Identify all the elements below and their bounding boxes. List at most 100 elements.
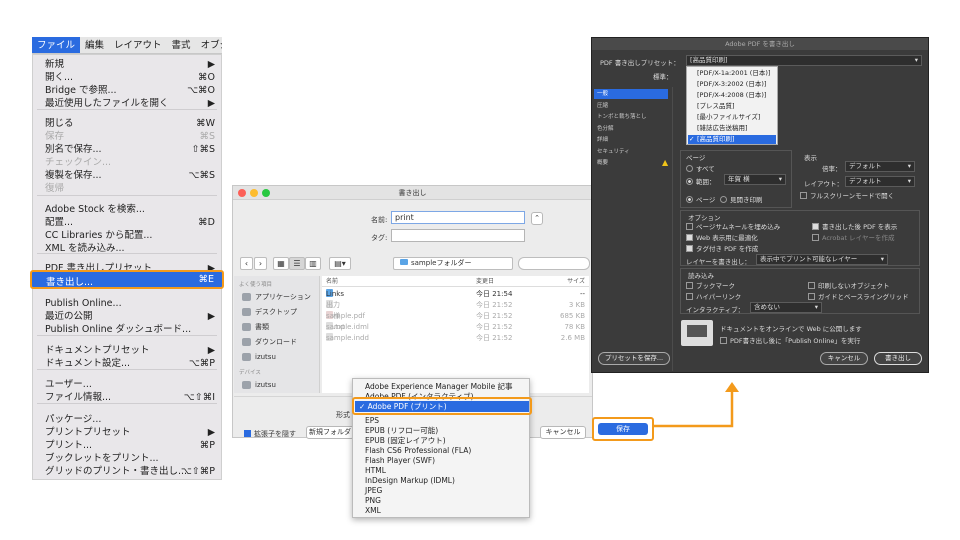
- menubar-item[interactable]: レイアウト: [109, 37, 167, 53]
- range-radio[interactable]: 範囲：: [686, 176, 716, 186]
- menu-item[interactable]: 複製を保存... ⌥⌘S: [33, 169, 221, 182]
- bookmarks-checkbox[interactable]: ブックマーク: [686, 280, 735, 290]
- standard-option[interactable]: [最小ファイルサイズ]: [697, 113, 760, 122]
- menu-item[interactable]: 別名で保存... ⇧⌘S: [33, 143, 221, 156]
- cancel-button[interactable]: キャンセル: [540, 426, 586, 439]
- web-optimize-checkbox[interactable]: Web 表示用に最適化: [686, 232, 758, 242]
- standard-option[interactable]: [PDF/X-1a:2001 (日本)]: [697, 69, 770, 78]
- nonprint-checkbox[interactable]: 印刷しないオブジェクト: [808, 280, 890, 290]
- menu-item[interactable]: 閉じる ⌘W: [33, 117, 221, 130]
- format-item[interactable]: EPS: [365, 416, 379, 426]
- sidebar-item[interactable]: ダウンロード: [242, 336, 297, 348]
- menu-item[interactable]: プリント... ⌘P: [33, 439, 221, 452]
- menu-item-export[interactable]: 書き出し... ⌘E: [30, 270, 224, 289]
- all-pages-radio[interactable]: すべて: [686, 163, 715, 173]
- column-header-size[interactable]: サイズ: [547, 276, 589, 287]
- menu-item[interactable]: ドキュメントプリセット ▶: [33, 344, 221, 357]
- menu-item[interactable]: 配置... ⌘D: [33, 216, 221, 229]
- menu-item[interactable]: 開く... ⌘O: [33, 71, 221, 84]
- format-item[interactable]: InDesign Markup (IDML): [365, 476, 455, 486]
- zoom-icon[interactable]: [262, 189, 270, 197]
- format-item[interactable]: HTML: [365, 466, 386, 476]
- pages-opt-radio[interactable]: ページ: [686, 194, 715, 204]
- export-button[interactable]: 書き出し: [874, 352, 922, 365]
- save-preset-button[interactable]: プリセットを保存...: [598, 352, 670, 365]
- close-icon[interactable]: [238, 189, 246, 197]
- publish-checkbox[interactable]: PDF書き出し後に「Publish Online」を実行: [720, 335, 860, 345]
- list-view-button[interactable]: ☰: [289, 257, 305, 270]
- standard-option[interactable]: [雑誌広告送稿用]: [697, 124, 748, 133]
- range-select[interactable]: 年賀 横 ▾: [724, 174, 786, 185]
- zoom-select[interactable]: デフォルト ▾: [845, 161, 915, 172]
- standard-option[interactable]: [PDF/X-4:2008 (日本)]: [697, 91, 766, 100]
- layers-select[interactable]: 表示中でプリント可能なレイヤー ▾: [756, 254, 888, 265]
- expand-button[interactable]: ⌃: [531, 212, 543, 225]
- save-button[interactable]: 保存: [592, 417, 654, 441]
- guides-checkbox[interactable]: ガイドとベースライングリッド: [808, 291, 909, 301]
- menu-item[interactable]: パッケージ...: [33, 413, 221, 426]
- menu-item[interactable]: Publish Online ダッシュボード...: [33, 323, 221, 336]
- standard-option[interactable]: [高品質印刷]: [688, 135, 776, 144]
- column-view-button[interactable]: ▥: [305, 257, 321, 270]
- view-after-checkbox[interactable]: 書き出した後 PDF を表示: [812, 221, 897, 231]
- sidebar-item[interactable]: アプリケーション: [242, 291, 311, 303]
- embed-thumbs-checkbox[interactable]: ページサムネールを埋め込み: [686, 221, 780, 231]
- file-row[interactable]: sample.indd 今日 21:52 2.6 MB: [322, 333, 589, 344]
- sidebar-item[interactable]: デスクトップ: [242, 306, 297, 318]
- menu-item[interactable]: Adobe Stock を検索...: [33, 203, 221, 216]
- menu-item[interactable]: ブックレットをプリント...: [33, 452, 221, 465]
- menubar-item[interactable]: 編集: [80, 37, 109, 53]
- format-item[interactable]: PNG: [365, 496, 381, 506]
- pdf-sidebar-item[interactable]: セキュリティ: [597, 147, 630, 157]
- format-item-selected[interactable]: ✓ Adobe PDF (プリント): [352, 397, 532, 415]
- menu-item[interactable]: 復帰: [33, 182, 221, 195]
- menu-item[interactable]: ファイル情報... ⌥⇧⌘I: [33, 391, 221, 404]
- gallery-view-button[interactable]: ▤▾: [329, 257, 351, 270]
- menu-item[interactable]: 新規 ▶: [33, 58, 221, 71]
- menu-item[interactable]: チェックイン...: [33, 156, 221, 169]
- layout-select[interactable]: デフォルト ▾: [845, 176, 915, 187]
- search-field[interactable]: [518, 257, 590, 270]
- menu-item[interactable]: グリッドのプリント・書き出し... ⌥⇧⌘P: [33, 465, 221, 478]
- format-item[interactable]: Adobe Experience Manager Mobile 記事: [365, 382, 513, 392]
- acrobat-layers-checkbox[interactable]: Acrobat レイヤーを作成: [812, 232, 894, 242]
- interactive-select[interactable]: 含めない ▾: [750, 302, 822, 313]
- format-item[interactable]: EPUB (リフロー可能): [365, 426, 438, 436]
- new-folder-button[interactable]: 新規フォルダ: [306, 426, 354, 439]
- file-row[interactable]: Links 今日 21:54 --: [322, 289, 589, 300]
- sidebar-item[interactable]: izutsu: [242, 379, 276, 391]
- pdf-sidebar-item[interactable]: 詳細: [597, 135, 608, 145]
- pdf-cancel-button[interactable]: キャンセル: [820, 352, 868, 365]
- menu-item[interactable]: 最近使用したファイルを開く ▶: [33, 97, 221, 110]
- hide-extension-checkbox[interactable]: 拡張子を隠す: [244, 429, 296, 439]
- menubar-item[interactable]: ファイル: [32, 37, 81, 53]
- minimize-icon[interactable]: [250, 189, 258, 197]
- menu-item[interactable]: Bridge で参照... ⌥⌘O: [33, 84, 221, 97]
- menu-item[interactable]: Publish Online...: [33, 297, 221, 310]
- icon-view-button[interactable]: ▦: [273, 257, 289, 270]
- menu-item[interactable]: XML を読み込み...: [33, 242, 221, 255]
- menu-item[interactable]: ドキュメント設定... ⌥⌘P: [33, 357, 221, 370]
- menu-item[interactable]: 最近の公開 ▶: [33, 310, 221, 323]
- standard-option[interactable]: [プレス品質]: [697, 102, 735, 111]
- file-row[interactable]: 出力仕様書.txt 今日 21:52 3 KB: [322, 300, 589, 331]
- forward-button[interactable]: ›: [254, 257, 267, 270]
- sidebar-item[interactable]: izutsu: [242, 351, 276, 363]
- format-item[interactable]: EPUB (固定レイアウト): [365, 436, 446, 446]
- format-item[interactable]: JPEG: [365, 486, 382, 496]
- menu-item[interactable]: ユーザー...: [33, 378, 221, 391]
- menu-item[interactable]: CC Libraries から配置...: [33, 229, 221, 242]
- name-input[interactable]: print: [391, 211, 525, 224]
- file-row[interactable]: sample.pdf 今日 21:52 685 KB: [322, 311, 589, 322]
- fullscreen-checkbox[interactable]: フルスクリーンモードで開く: [800, 190, 894, 200]
- preset-select[interactable]: [高品質印刷] ▾: [686, 55, 922, 66]
- pdf-sidebar-item[interactable]: 概要: [597, 158, 608, 168]
- folder-popup[interactable]: sampleフォルダー: [393, 257, 513, 270]
- spreads-radio[interactable]: 見開き印刷: [720, 194, 763, 204]
- back-button[interactable]: ‹: [240, 257, 253, 270]
- column-header-name[interactable]: 名前: [322, 276, 472, 287]
- menu-item[interactable]: 保存 ⌘S: [33, 130, 221, 143]
- standard-option[interactable]: [PDF/X-3:2002 (日本)]: [697, 80, 766, 89]
- tagged-pdf-checkbox[interactable]: タグ付き PDF を作成: [686, 243, 758, 253]
- pdf-sidebar-item[interactable]: トンボと裁ち落とし: [597, 112, 647, 122]
